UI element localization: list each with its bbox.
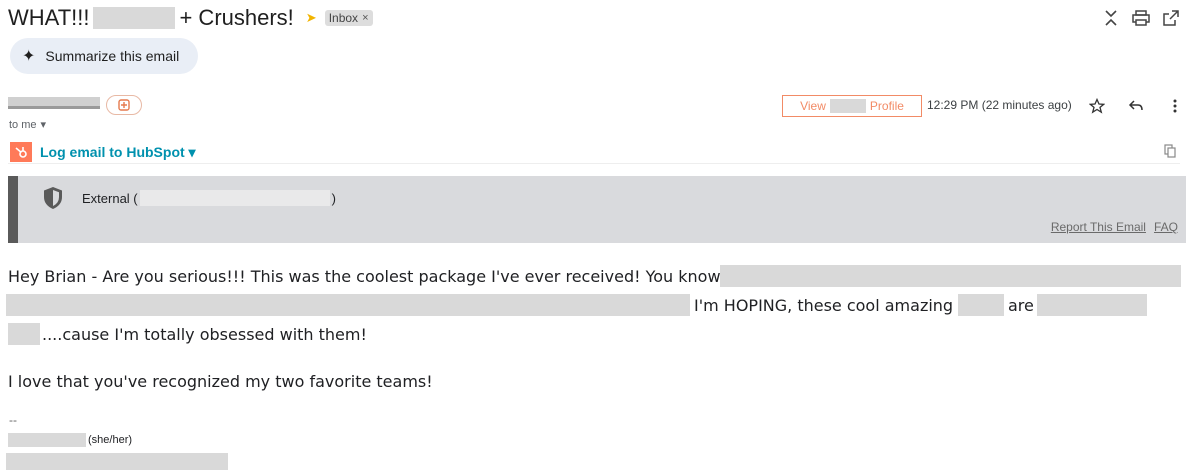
top-toolbar <box>1096 4 1186 32</box>
external-suffix: ) <box>331 190 336 206</box>
hubspot-label: Log email to HubSpot <box>40 144 185 160</box>
sender-name-redacted[interactable] <box>8 97 100 109</box>
external-address-redaction <box>139 190 330 206</box>
important-marker-icon[interactable]: ➤ <box>306 10 317 26</box>
body-redaction <box>6 294 690 316</box>
subject-prefix: WHAT!!! <box>8 5 90 30</box>
profile-name-redaction <box>829 99 866 113</box>
signature-pronouns: (she/her) <box>88 434 133 446</box>
view-profile-prefix: View <box>800 99 826 113</box>
view-profile-suffix: Profile <box>869 99 904 113</box>
signature-name-redaction <box>8 433 86 447</box>
view-profile-button[interactable]: View Profile <box>782 95 922 117</box>
external-sender-banner: External ( ) Report This Email FAQ <box>8 176 1186 243</box>
external-links: Report This Email FAQ <box>1051 220 1178 234</box>
sparkle-icon: ✦ <box>22 48 36 65</box>
body-line-1: Hey Brian - Are you serious!!! This was … <box>8 267 721 286</box>
report-email-link[interactable]: Report This Email <box>1051 220 1146 234</box>
chevron-down-icon[interactable]: ▾ <box>41 118 47 131</box>
shield-icon <box>42 186 64 210</box>
copy-icon[interactable] <box>1164 144 1176 161</box>
reply-icon[interactable] <box>1124 94 1148 118</box>
external-notice: External ( ) <box>82 190 336 206</box>
subject-row: WHAT!!! + Crushers! ➤ Inbox × <box>8 4 373 32</box>
summarize-email-button[interactable]: ✦ Summarize this email <box>10 38 198 74</box>
print-icon[interactable] <box>1126 4 1156 32</box>
more-options-icon[interactable] <box>1163 94 1186 118</box>
faq-link[interactable]: FAQ <box>1154 220 1178 234</box>
inbox-label-text: Inbox <box>328 11 359 25</box>
hubspot-logo-icon <box>10 142 32 162</box>
body-redaction <box>1037 294 1147 316</box>
body-redaction <box>8 323 40 345</box>
body-line-2-are: are <box>1008 296 1034 315</box>
body-redaction <box>958 294 1004 316</box>
log-email-to-hubspot-button[interactable]: Log email to HubSpot ▾ <box>40 144 196 161</box>
signature-title-redaction <box>6 453 228 470</box>
body-line-2: I'm HOPING, these cool amazing <box>694 296 954 315</box>
recipient-details[interactable]: to me ▾ <box>9 118 47 132</box>
to-me-label: to me <box>9 118 37 131</box>
open-in-new-window-icon[interactable] <box>1156 4 1186 32</box>
subject-redaction <box>93 7 176 29</box>
subject-suffix: + Crushers! <box>179 5 294 30</box>
summarize-label: Summarize this email <box>45 48 180 64</box>
chevron-down-icon: ▾ <box>188 144 196 160</box>
message-timestamp: 12:29 PM (22 minutes ago) <box>927 98 1072 112</box>
collapse-icon[interactable] <box>1096 4 1126 32</box>
signature-separator: -- <box>9 413 17 427</box>
add-contact-icon[interactable] <box>106 95 142 115</box>
signature-name: (she/her) <box>8 433 132 447</box>
body-line-4: I love that you've recognized my two fav… <box>8 372 433 391</box>
external-prefix: External ( <box>82 190 138 206</box>
body-redaction <box>720 265 1181 287</box>
star-icon[interactable] <box>1085 94 1109 118</box>
inbox-label-chip: Inbox × <box>324 10 373 26</box>
remove-label-icon[interactable]: × <box>362 12 368 24</box>
hubspot-toolbar: Log email to HubSpot ▾ <box>8 142 1180 164</box>
email-subject: WHAT!!! + Crushers! <box>8 5 294 31</box>
body-line-3: ....cause I'm totally obsessed with them… <box>42 325 367 344</box>
